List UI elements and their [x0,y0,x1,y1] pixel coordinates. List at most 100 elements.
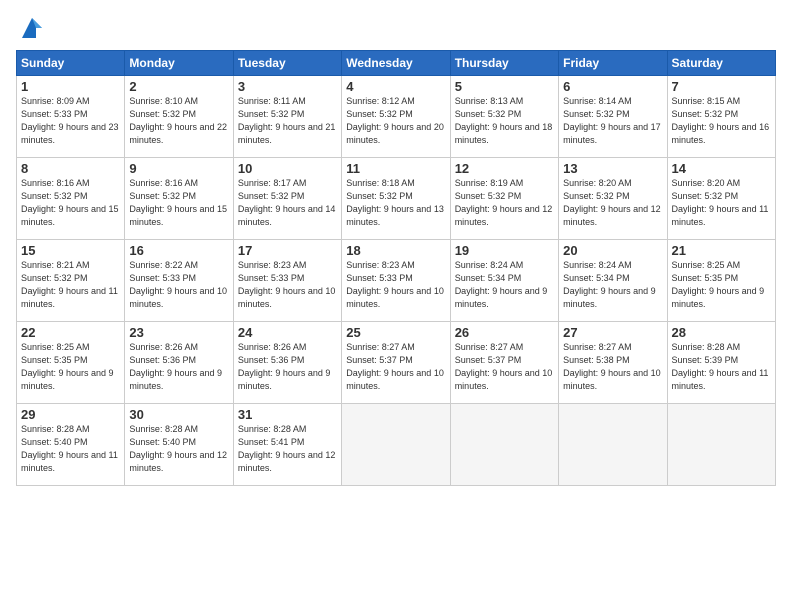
day-number: 27 [563,325,662,340]
week-row-4: 22 Sunrise: 8:25 AMSunset: 5:35 PMDaylig… [17,322,776,404]
day-cell: 27 Sunrise: 8:27 AMSunset: 5:38 PMDaylig… [559,322,667,404]
day-number: 16 [129,243,228,258]
header [16,10,776,42]
weekday-header-sunday: Sunday [17,51,125,76]
day-number: 3 [238,79,337,94]
day-number: 7 [672,79,771,94]
day-cell: 17 Sunrise: 8:23 AMSunset: 5:33 PMDaylig… [233,240,341,322]
day-cell: 2 Sunrise: 8:10 AMSunset: 5:32 PMDayligh… [125,76,233,158]
day-number: 14 [672,161,771,176]
day-number: 21 [672,243,771,258]
day-info: Sunrise: 8:09 AMSunset: 5:33 PMDaylight:… [21,95,120,147]
day-cell: 15 Sunrise: 8:21 AMSunset: 5:32 PMDaylig… [17,240,125,322]
day-cell: 30 Sunrise: 8:28 AMSunset: 5:40 PMDaylig… [125,404,233,486]
day-info: Sunrise: 8:12 AMSunset: 5:32 PMDaylight:… [346,95,445,147]
day-number: 25 [346,325,445,340]
day-number: 6 [563,79,662,94]
day-info: Sunrise: 8:24 AMSunset: 5:34 PMDaylight:… [455,259,554,311]
logo-icon [18,14,46,42]
day-cell: 20 Sunrise: 8:24 AMSunset: 5:34 PMDaylig… [559,240,667,322]
day-info: Sunrise: 8:11 AMSunset: 5:32 PMDaylight:… [238,95,337,147]
day-number: 15 [21,243,120,258]
day-cell [559,404,667,486]
day-info: Sunrise: 8:28 AMSunset: 5:40 PMDaylight:… [21,423,120,475]
day-number: 2 [129,79,228,94]
week-row-5: 29 Sunrise: 8:28 AMSunset: 5:40 PMDaylig… [17,404,776,486]
day-cell [450,404,558,486]
day-number: 26 [455,325,554,340]
day-info: Sunrise: 8:20 AMSunset: 5:32 PMDaylight:… [672,177,771,229]
day-info: Sunrise: 8:13 AMSunset: 5:32 PMDaylight:… [455,95,554,147]
day-number: 9 [129,161,228,176]
day-info: Sunrise: 8:10 AMSunset: 5:32 PMDaylight:… [129,95,228,147]
day-number: 23 [129,325,228,340]
weekday-header-saturday: Saturday [667,51,775,76]
day-cell: 21 Sunrise: 8:25 AMSunset: 5:35 PMDaylig… [667,240,775,322]
day-info: Sunrise: 8:27 AMSunset: 5:37 PMDaylight:… [455,341,554,393]
day-number: 20 [563,243,662,258]
day-info: Sunrise: 8:26 AMSunset: 5:36 PMDaylight:… [129,341,228,393]
weekday-header-friday: Friday [559,51,667,76]
day-cell: 22 Sunrise: 8:25 AMSunset: 5:35 PMDaylig… [17,322,125,404]
day-info: Sunrise: 8:26 AMSunset: 5:36 PMDaylight:… [238,341,337,393]
day-number: 10 [238,161,337,176]
day-info: Sunrise: 8:20 AMSunset: 5:32 PMDaylight:… [563,177,662,229]
day-number: 18 [346,243,445,258]
day-number: 13 [563,161,662,176]
day-number: 17 [238,243,337,258]
day-number: 5 [455,79,554,94]
day-cell: 3 Sunrise: 8:11 AMSunset: 5:32 PMDayligh… [233,76,341,158]
day-cell: 10 Sunrise: 8:17 AMSunset: 5:32 PMDaylig… [233,158,341,240]
logo [16,14,46,42]
day-number: 1 [21,79,120,94]
day-cell: 14 Sunrise: 8:20 AMSunset: 5:32 PMDaylig… [667,158,775,240]
day-info: Sunrise: 8:16 AMSunset: 5:32 PMDaylight:… [21,177,120,229]
calendar-table: SundayMondayTuesdayWednesdayThursdayFrid… [16,50,776,486]
day-cell: 12 Sunrise: 8:19 AMSunset: 5:32 PMDaylig… [450,158,558,240]
day-info: Sunrise: 8:23 AMSunset: 5:33 PMDaylight:… [346,259,445,311]
day-number: 11 [346,161,445,176]
day-number: 29 [21,407,120,422]
day-info: Sunrise: 8:15 AMSunset: 5:32 PMDaylight:… [672,95,771,147]
weekday-header-monday: Monday [125,51,233,76]
day-info: Sunrise: 8:19 AMSunset: 5:32 PMDaylight:… [455,177,554,229]
day-number: 30 [129,407,228,422]
weekday-header-thursday: Thursday [450,51,558,76]
day-number: 8 [21,161,120,176]
day-number: 31 [238,407,337,422]
day-cell: 9 Sunrise: 8:16 AMSunset: 5:32 PMDayligh… [125,158,233,240]
day-info: Sunrise: 8:27 AMSunset: 5:37 PMDaylight:… [346,341,445,393]
day-number: 4 [346,79,445,94]
day-info: Sunrise: 8:17 AMSunset: 5:32 PMDaylight:… [238,177,337,229]
day-cell: 29 Sunrise: 8:28 AMSunset: 5:40 PMDaylig… [17,404,125,486]
weekday-header-row: SundayMondayTuesdayWednesdayThursdayFrid… [17,51,776,76]
day-cell: 7 Sunrise: 8:15 AMSunset: 5:32 PMDayligh… [667,76,775,158]
week-row-3: 15 Sunrise: 8:21 AMSunset: 5:32 PMDaylig… [17,240,776,322]
day-cell: 5 Sunrise: 8:13 AMSunset: 5:32 PMDayligh… [450,76,558,158]
day-number: 28 [672,325,771,340]
day-info: Sunrise: 8:28 AMSunset: 5:40 PMDaylight:… [129,423,228,475]
day-cell: 18 Sunrise: 8:23 AMSunset: 5:33 PMDaylig… [342,240,450,322]
day-info: Sunrise: 8:28 AMSunset: 5:41 PMDaylight:… [238,423,337,475]
week-row-1: 1 Sunrise: 8:09 AMSunset: 5:33 PMDayligh… [17,76,776,158]
day-number: 24 [238,325,337,340]
day-cell: 28 Sunrise: 8:28 AMSunset: 5:39 PMDaylig… [667,322,775,404]
day-info: Sunrise: 8:23 AMSunset: 5:33 PMDaylight:… [238,259,337,311]
day-info: Sunrise: 8:16 AMSunset: 5:32 PMDaylight:… [129,177,228,229]
day-cell: 6 Sunrise: 8:14 AMSunset: 5:32 PMDayligh… [559,76,667,158]
day-cell: 13 Sunrise: 8:20 AMSunset: 5:32 PMDaylig… [559,158,667,240]
day-cell [342,404,450,486]
day-cell: 16 Sunrise: 8:22 AMSunset: 5:33 PMDaylig… [125,240,233,322]
day-cell: 26 Sunrise: 8:27 AMSunset: 5:37 PMDaylig… [450,322,558,404]
day-cell: 19 Sunrise: 8:24 AMSunset: 5:34 PMDaylig… [450,240,558,322]
day-info: Sunrise: 8:22 AMSunset: 5:33 PMDaylight:… [129,259,228,311]
day-info: Sunrise: 8:18 AMSunset: 5:32 PMDaylight:… [346,177,445,229]
day-cell: 4 Sunrise: 8:12 AMSunset: 5:32 PMDayligh… [342,76,450,158]
day-info: Sunrise: 8:24 AMSunset: 5:34 PMDaylight:… [563,259,662,311]
day-cell: 1 Sunrise: 8:09 AMSunset: 5:33 PMDayligh… [17,76,125,158]
day-info: Sunrise: 8:27 AMSunset: 5:38 PMDaylight:… [563,341,662,393]
page: SundayMondayTuesdayWednesdayThursdayFrid… [0,0,792,612]
day-info: Sunrise: 8:21 AMSunset: 5:32 PMDaylight:… [21,259,120,311]
week-row-2: 8 Sunrise: 8:16 AMSunset: 5:32 PMDayligh… [17,158,776,240]
day-cell: 31 Sunrise: 8:28 AMSunset: 5:41 PMDaylig… [233,404,341,486]
